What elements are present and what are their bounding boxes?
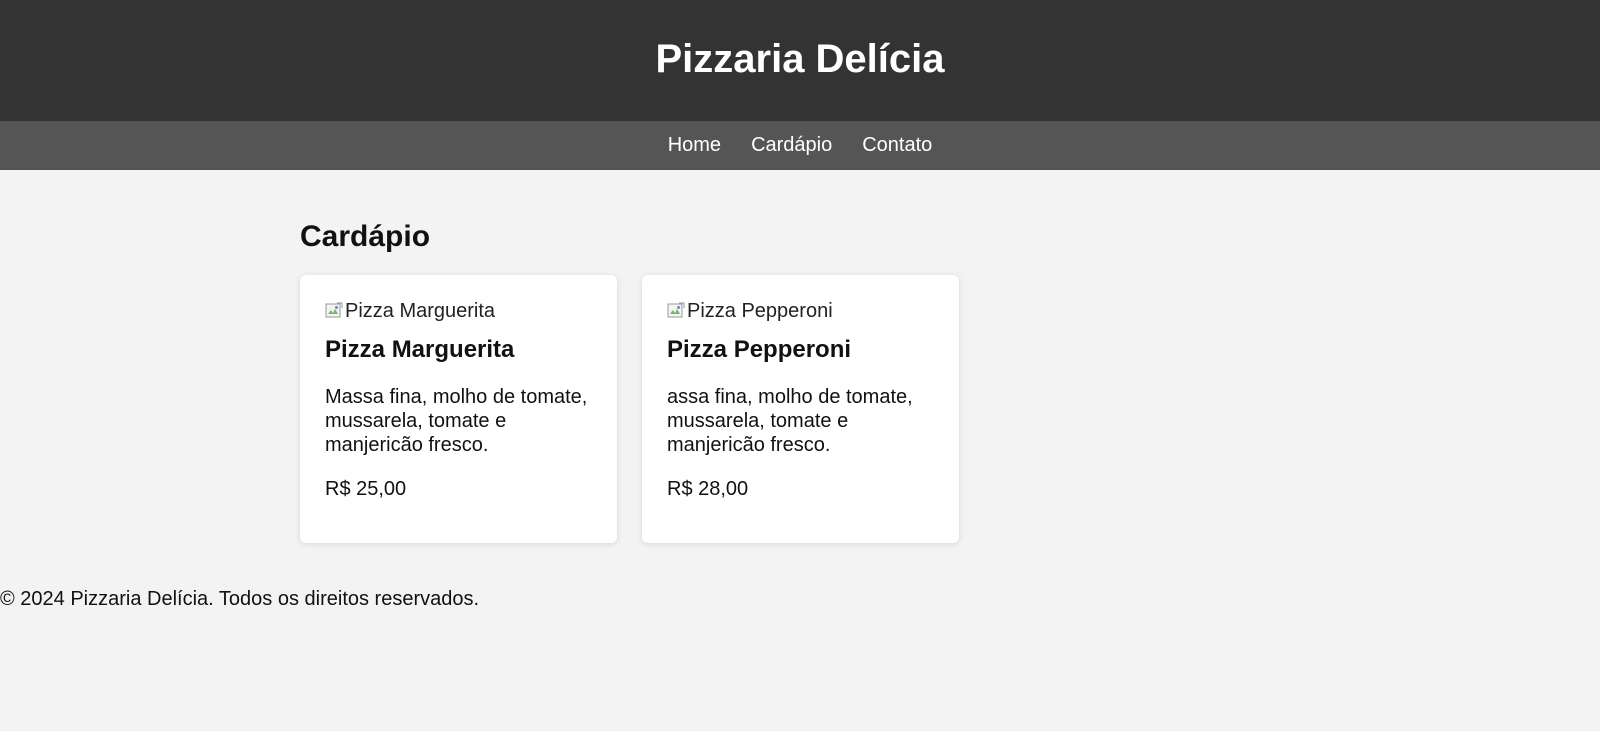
pizza-image-alt: Pizza Marguerita: [345, 299, 496, 322]
pizza-image-alt: Pizza Pepperoni: [687, 299, 833, 322]
pizza-name: Pizza Marguerita: [325, 336, 515, 363]
nav-link-home[interactable]: Home: [668, 134, 721, 157]
pizza-image: Pizza Marguerita: [325, 300, 592, 321]
menu-title: Cardápio: [300, 220, 431, 253]
pizza-name: Pizza Pepperoni: [667, 336, 852, 363]
pizza-price: R$ 28,00: [667, 478, 749, 501]
menu-cards: Pizza Marguerita Pizza Marguerita Massa …: [300, 275, 1300, 543]
main-nav: Home Cardápio Contato: [0, 121, 1600, 170]
pizza-description: assa fina, molho de tomate, mussarela, t…: [667, 386, 913, 457]
pizza-price: R$ 25,00: [325, 478, 407, 501]
site-footer: © 2024 Pizzaria Delícia. Todos os direit…: [0, 588, 480, 610]
pizza-description: Massa fina, molho de tomate, mussarela, …: [325, 386, 588, 457]
broken-image-icon: [325, 302, 343, 317]
site-header: Pizzaria Delícia: [0, 0, 1600, 121]
pizza-image: Pizza Pepperoni: [667, 300, 934, 321]
main-content: Cardápio Pizza Marguerita Pizza Margueri…: [300, 170, 1300, 543]
broken-image-icon: [667, 302, 685, 317]
nav-link-contato[interactable]: Contato: [862, 134, 932, 157]
menu-card-marguerita: Pizza Marguerita Pizza Marguerita Massa …: [300, 275, 617, 543]
site-title: Pizzaria Delícia: [655, 36, 945, 81]
menu-card-pepperoni: Pizza Pepperoni Pizza Pepperoni assa fin…: [642, 275, 959, 543]
nav-link-cardapio[interactable]: Cardápio: [751, 134, 832, 157]
